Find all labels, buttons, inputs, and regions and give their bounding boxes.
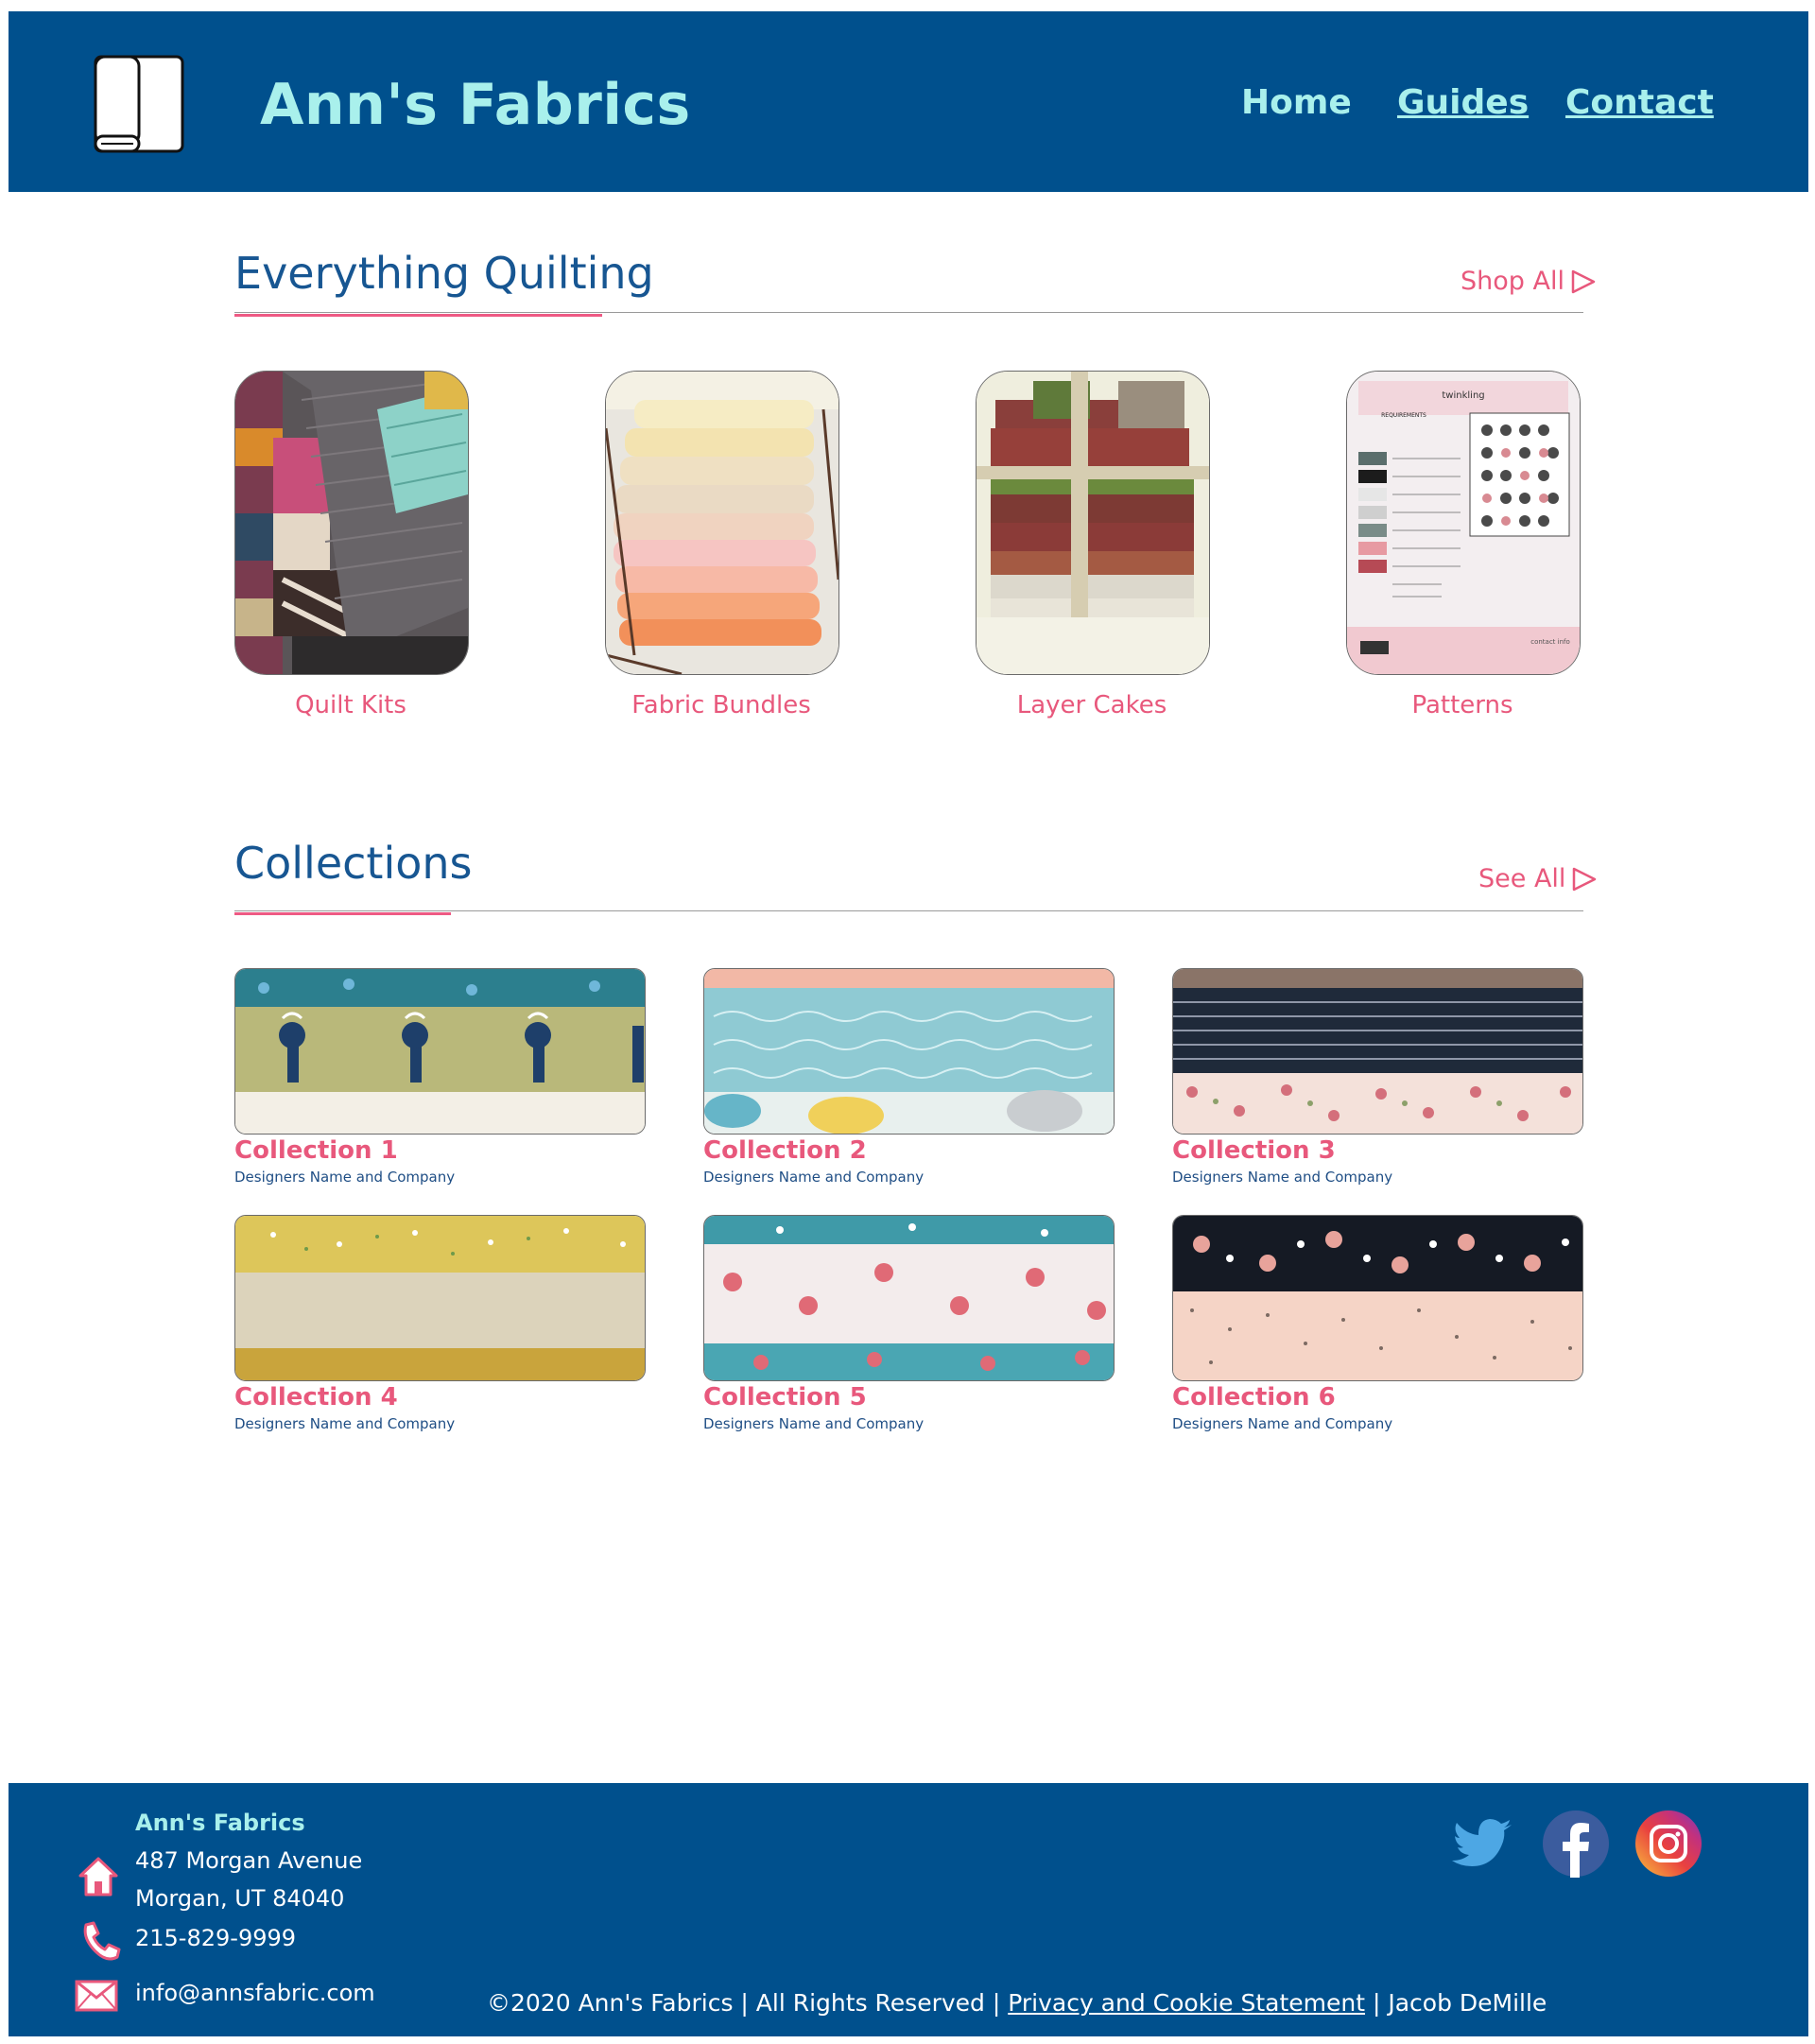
facebook-icon[interactable] [1542,1810,1610,1878]
footer-address-line-2: Morgan, UT 84040 [135,1885,345,1912]
footer-email[interactable]: info@annsfabric.com [135,1980,375,2006]
collection-2-subtitle: Designers Name and Company [703,1169,925,1186]
patterns-image[interactable]: twinkling REQUIREMENTS contact info [1346,371,1581,675]
layer-cakes-image[interactable] [976,371,1210,675]
collection-3-subtitle: Designers Name and Company [1172,1169,1393,1186]
footer-phone[interactable]: 215-829-9999 [135,1925,296,1951]
nav-guides[interactable]: Guides [1397,83,1529,122]
collection-3-image[interactable] [1172,968,1583,1135]
collection-1-title[interactable]: Collection 1 [234,1136,398,1165]
privacy-link[interactable]: Privacy and Cookie Statement [1008,1989,1365,2017]
collection-5-image[interactable] [703,1215,1115,1381]
section-title-quilting: Everything Quilting [234,248,654,299]
collection-4-subtitle: Designers Name and Company [234,1415,456,1432]
quilt-kits-image[interactable] [234,371,469,675]
site-title[interactable]: Ann's Fabrics [260,72,691,138]
nav-contact[interactable]: Contact [1565,83,1714,122]
category-fabric-bundles[interactable]: Fabric Bundles [605,691,838,719]
fabric-bolt-logo-icon[interactable] [94,55,184,153]
collection-2-title[interactable]: Collection 2 [703,1136,867,1165]
footer-copyright: ©2020 Ann's Fabrics | All Rights Reserve… [487,1989,1547,2017]
collection-6-image[interactable] [1172,1215,1583,1381]
collection-4-image[interactable] [234,1215,646,1381]
see-all-label: See All [1478,864,1566,893]
collection-6-subtitle: Designers Name and Company [1172,1415,1393,1432]
collection-6-title[interactable]: Collection 6 [1172,1383,1336,1412]
site-header: Ann's Fabrics Home Guides Contact [9,11,1808,192]
pattern-card-brand: contact info [1530,638,1570,646]
collection-3-title[interactable]: Collection 3 [1172,1136,1336,1165]
category-quilt-kits[interactable]: Quilt Kits [234,691,467,719]
collection-2-image[interactable] [703,968,1115,1135]
section-divider [234,312,1583,313]
collection-5-title[interactable]: Collection 5 [703,1383,867,1412]
category-patterns[interactable]: Patterns [1346,691,1579,719]
pattern-card-section: REQUIREMENTS [1381,412,1426,419]
mail-icon [75,1980,118,2012]
author-text: | Jacob DeMille [1372,1989,1547,2017]
footer-address-line-1: 487 Morgan Avenue [135,1847,363,1874]
section-divider [234,910,1583,911]
collection-1-image[interactable] [234,968,646,1135]
category-layer-cakes[interactable]: Layer Cakes [976,691,1208,719]
shop-all-link[interactable]: Shop All [1461,267,1597,296]
section-accent-line [234,314,602,317]
instagram-icon[interactable] [1634,1810,1703,1878]
section-accent-line [234,912,451,915]
home-icon [78,1857,118,1897]
phone-icon [83,1921,121,1961]
collection-1-subtitle: Designers Name and Company [234,1169,456,1186]
shop-all-label: Shop All [1461,267,1564,296]
play-arrow-icon [1573,867,1597,891]
copyright-text: ©2020 Ann's Fabrics | All Rights Reserve… [487,1989,1001,2017]
pattern-card-title: twinkling [1442,390,1484,401]
see-all-link[interactable]: See All [1478,864,1598,893]
collection-5-subtitle: Designers Name and Company [703,1415,925,1432]
fabric-bundles-image[interactable] [605,371,839,675]
play-arrow-icon [1571,269,1596,293]
site-footer: Ann's Fabrics 487 Morgan Avenue Morgan, … [9,1783,1808,2036]
footer-business-name: Ann's Fabrics [135,1810,305,1836]
twitter-icon[interactable] [1449,1810,1517,1878]
section-title-collections: Collections [234,838,473,889]
collection-4-title[interactable]: Collection 4 [234,1383,398,1412]
nav-home[interactable]: Home [1241,83,1352,122]
